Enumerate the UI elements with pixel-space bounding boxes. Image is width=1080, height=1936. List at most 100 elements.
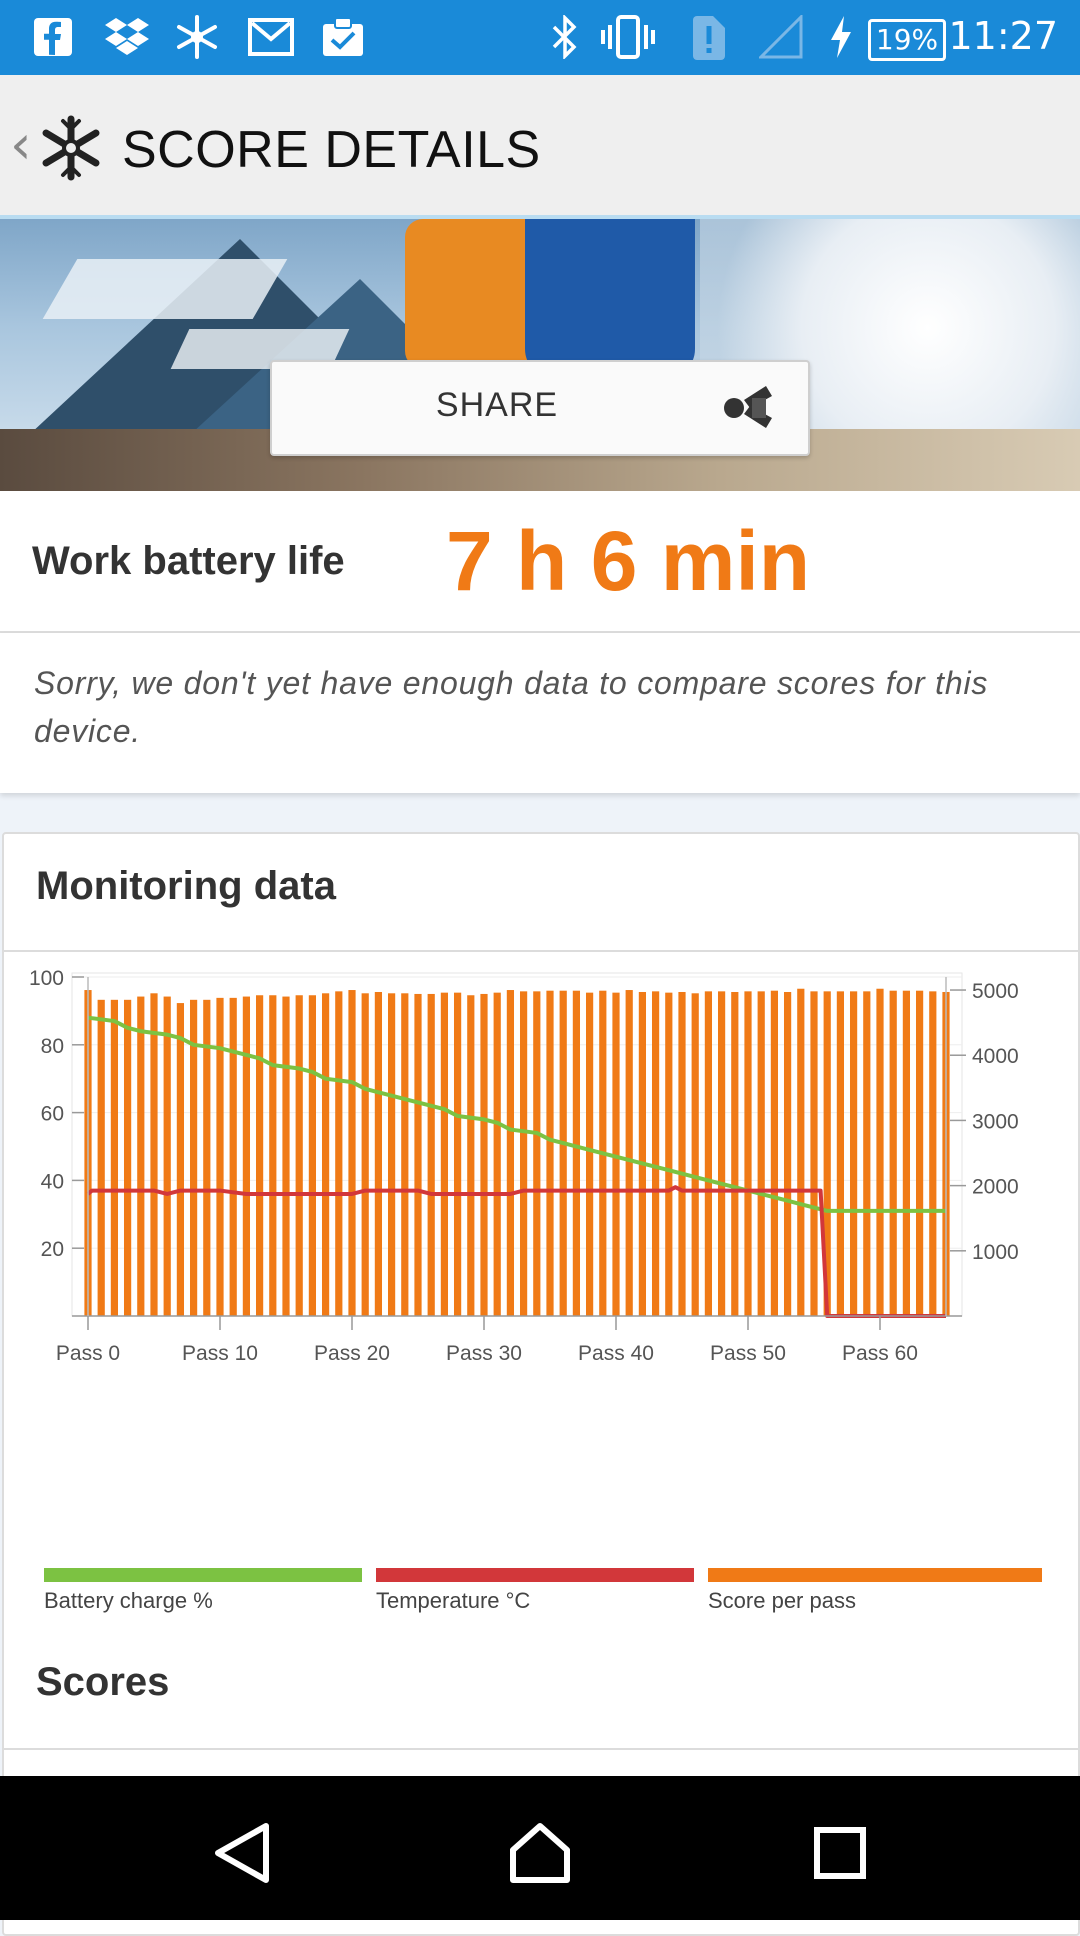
chart-bar: [453, 992, 462, 1316]
legend-swatch-score: [708, 1568, 1042, 1582]
monitoring-title: Monitoring data: [36, 864, 336, 908]
clipboard-check-icon: [318, 16, 368, 58]
chart-bar: [440, 992, 449, 1316]
monitoring-card: Monitoring data 20 40 60 80 100 1000 2000 3000 4…: [2, 832, 1080, 1936]
snowflake-icon: [172, 15, 222, 59]
chart-bar: [731, 991, 739, 1316]
triangle-back-icon[interactable]: [206, 1818, 276, 1888]
chart-bar: [123, 999, 132, 1316]
share-icon: [722, 382, 778, 434]
chart-bar: [216, 997, 224, 1316]
chevron-left-icon[interactable]: ‹: [10, 113, 32, 176]
monitoring-chart: 20 40 60 80 100 1000 2000 3000 4000 5000 Pass 0 Pas…: [29, 969, 1019, 1365]
legend-label-score: Score per pass: [708, 1588, 856, 1613]
status-bar: 19% 11:27: [0, 0, 1080, 75]
chart-bar: [189, 999, 198, 1316]
chart-bar: [625, 990, 633, 1316]
chart-bar: [137, 996, 145, 1316]
note-card: Sorry, we don't yet have enough data to …: [0, 633, 1080, 793]
chart-bar: [704, 991, 713, 1316]
gmail-icon: [246, 16, 296, 58]
chart-bar: [374, 991, 383, 1316]
chart-bar: [163, 996, 171, 1316]
x-tick-label: Pass 40: [578, 1342, 654, 1365]
x-tick-label: Pass 60: [842, 1342, 918, 1365]
chart-bar: [717, 991, 726, 1316]
chart-bar: [295, 995, 303, 1316]
chart-bar: [770, 990, 779, 1316]
page-title: SCORE DETAILS: [122, 121, 541, 179]
facebook-icon: [30, 16, 76, 58]
x-tick-label: Pass 30: [446, 1342, 522, 1365]
chart-bar: [414, 993, 422, 1316]
chart-bar: [427, 993, 435, 1316]
result-value: 7 h 6 min: [446, 514, 811, 608]
note-text: Sorry, we don't yet have enough data to …: [34, 665, 989, 749]
x-tick-label: Pass 50: [710, 1342, 786, 1365]
chart-bar: [559, 990, 567, 1316]
chart-bar: [308, 995, 317, 1316]
divider: [4, 1748, 1078, 1750]
chart-bar: [810, 991, 818, 1316]
chart-bar: [321, 993, 330, 1316]
chart-bar: [387, 993, 396, 1316]
chart-bar: [783, 991, 792, 1316]
chart-bar: [335, 991, 343, 1316]
share-button[interactable]: SHARE: [270, 360, 810, 456]
chart-bar: [836, 991, 845, 1316]
backpack-image: [405, 219, 545, 369]
charging-icon: [826, 16, 856, 58]
chart-bar: [572, 990, 581, 1316]
x-tick-label: Pass 10: [182, 1342, 258, 1365]
chart-bar: [665, 992, 673, 1316]
chart-bar: [691, 993, 699, 1316]
chart-bar: [678, 991, 686, 1316]
chart-bar: [110, 999, 119, 1316]
chart-bar: [176, 1003, 185, 1316]
chart-bar: [255, 995, 264, 1316]
divider: [4, 950, 1078, 952]
chart-bar: [638, 991, 647, 1316]
chart-bar: [797, 988, 805, 1316]
chart-bar: [519, 991, 528, 1316]
y-left-tick-label: 80: [41, 1035, 64, 1058]
chart-bar: [493, 992, 501, 1316]
snowflake-logo-icon[interactable]: [38, 115, 104, 181]
chart-bar: [849, 991, 858, 1316]
result-label: Work battery life: [32, 539, 345, 583]
y-left-tick-label: 100: [29, 969, 64, 990]
sim-alert-icon: [690, 16, 728, 60]
y-left-tick-label: 20: [41, 1238, 64, 1261]
y-left-tick-label: 60: [41, 1103, 64, 1126]
legend-label-battery: Battery charge %: [44, 1588, 213, 1613]
chart-bar: [863, 991, 871, 1316]
chart-bar: [282, 996, 290, 1316]
y-right-tick-label: 1000: [972, 1241, 1019, 1264]
chart-bar: [915, 990, 924, 1316]
chart-bar: [229, 997, 237, 1316]
y-right-tick-label: 2000: [972, 1176, 1019, 1199]
legend-label-temperature: Temperature °C: [376, 1588, 531, 1613]
chart-bar: [757, 991, 765, 1316]
y-right-tick-label: 3000: [972, 1110, 1019, 1133]
chart-bar: [348, 990, 356, 1316]
nav-bar: [0, 1776, 1080, 1920]
chart-bar: [533, 991, 541, 1316]
chart-bar: [401, 993, 409, 1316]
home-icon[interactable]: [505, 1818, 575, 1888]
chart-bar: [150, 993, 158, 1316]
y-right-tick-label: 5000: [972, 980, 1019, 1003]
hiker-image: [525, 219, 695, 379]
x-tick-label: Pass 0: [56, 1342, 120, 1365]
chart-bar: [585, 992, 594, 1316]
chart-bar: [480, 993, 488, 1316]
chart-bar: [269, 995, 277, 1316]
chart-bar: [506, 990, 515, 1316]
status-time: 11:27: [948, 14, 1058, 58]
square-recents-icon[interactable]: [805, 1818, 875, 1888]
chart-bar: [242, 996, 251, 1316]
chart-bar: [889, 990, 897, 1316]
app-bar: ‹ SCORE DETAILS: [0, 75, 1080, 219]
chart-bar: [744, 991, 752, 1316]
bluetooth-icon: [548, 15, 582, 59]
